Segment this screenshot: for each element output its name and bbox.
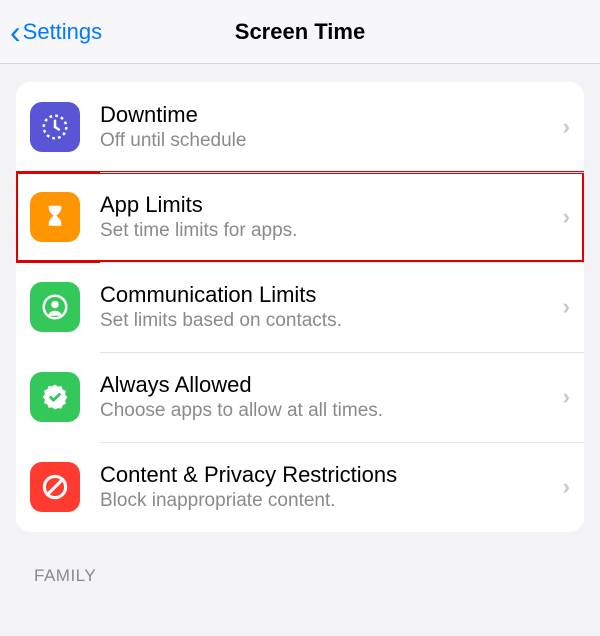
row-subtitle: Choose apps to allow at all times. (100, 400, 555, 422)
row-subtitle: Block inappropriate content. (100, 490, 555, 512)
chevron-right-icon: › (555, 294, 570, 320)
row-title: Content & Privacy Restrictions (100, 462, 555, 488)
row-title: Downtime (100, 102, 555, 128)
chevron-right-icon: › (555, 114, 570, 140)
section-header-family: FAMILY (34, 566, 600, 586)
nav-bar: ‹ Settings Screen Time (0, 0, 600, 64)
row-title: App Limits (100, 192, 555, 218)
downtime-icon (30, 102, 80, 152)
row-text: Downtime Off until schedule (100, 102, 555, 152)
row-communication-limits[interactable]: Communication Limits Set limits based on… (16, 262, 584, 352)
row-always-allowed[interactable]: Always Allowed Choose apps to allow at a… (16, 352, 584, 442)
chevron-right-icon: › (555, 474, 570, 500)
row-text: Content & Privacy Restrictions Block ina… (100, 462, 555, 512)
row-subtitle: Off until schedule (100, 130, 555, 152)
row-subtitle: Set limits based on contacts. (100, 310, 555, 332)
back-button[interactable]: ‹ Settings (0, 16, 102, 48)
row-downtime[interactable]: Downtime Off until schedule › (16, 82, 584, 172)
row-text: Always Allowed Choose apps to allow at a… (100, 372, 555, 422)
row-app-limits[interactable]: App Limits Set time limits for apps. › (16, 172, 584, 262)
check-badge-icon (30, 372, 80, 422)
hourglass-icon (30, 192, 80, 242)
chevron-left-icon: ‹ (10, 16, 21, 48)
chevron-right-icon: › (555, 204, 570, 230)
row-text: App Limits Set time limits for apps. (100, 192, 555, 242)
row-title: Always Allowed (100, 372, 555, 398)
row-subtitle: Set time limits for apps. (100, 220, 555, 242)
settings-group: Downtime Off until schedule › App Limits… (16, 82, 584, 532)
back-label: Settings (23, 19, 103, 45)
row-title: Communication Limits (100, 282, 555, 308)
no-sign-icon (30, 462, 80, 512)
chevron-right-icon: › (555, 384, 570, 410)
contact-icon (30, 282, 80, 332)
row-content-privacy[interactable]: Content & Privacy Restrictions Block ina… (16, 442, 584, 532)
row-text: Communication Limits Set limits based on… (100, 282, 555, 332)
